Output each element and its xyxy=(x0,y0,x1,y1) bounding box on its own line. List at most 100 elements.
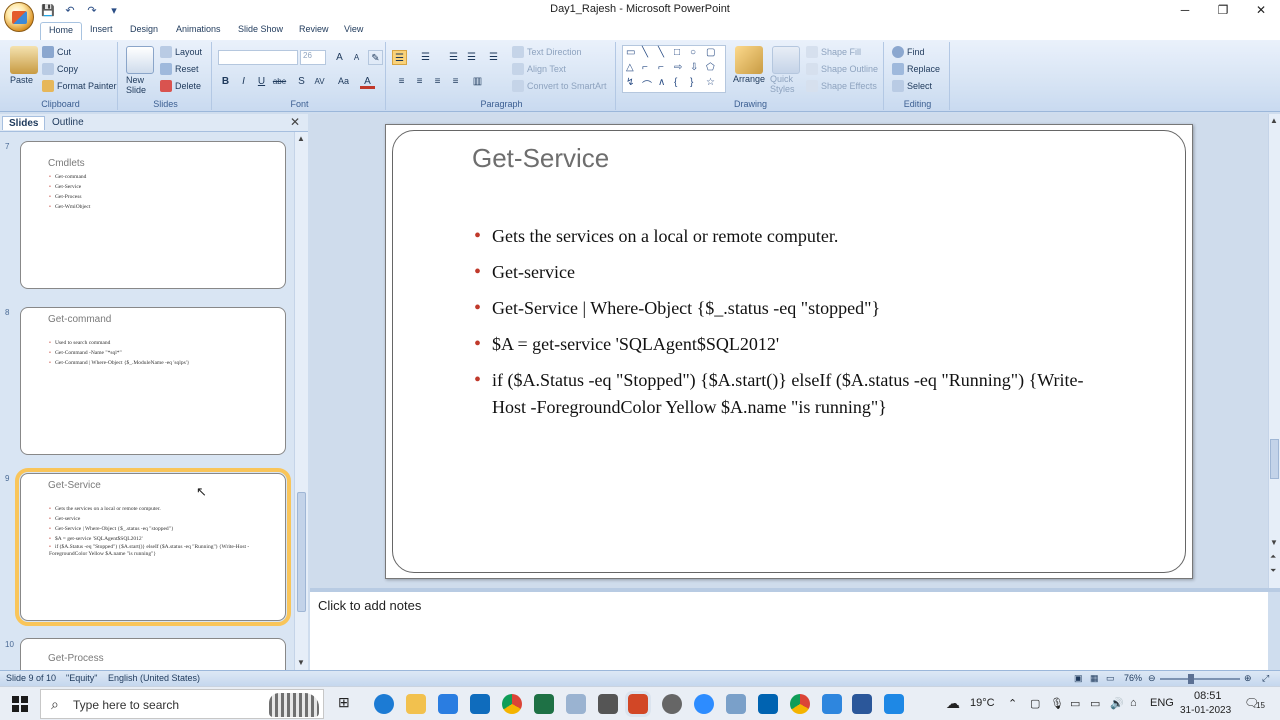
layout-button[interactable]: Layout xyxy=(160,46,202,58)
zoom-level[interactable]: 76% xyxy=(1124,673,1142,683)
font-name-combo[interactable] xyxy=(218,50,298,65)
chrome-icon[interactable] xyxy=(502,694,522,714)
slide-sorter-icon[interactable]: ▦ xyxy=(1090,673,1099,684)
slide-show-icon[interactable]: ▭ xyxy=(1106,673,1115,684)
bullets-icon[interactable]: ☰ xyxy=(392,50,407,65)
rectangle-shape-icon[interactable]: ▭ xyxy=(626,47,635,58)
align-right-icon[interactable]: ≡ xyxy=(430,74,445,89)
shapes-gallery[interactable]: ▭ ╲ ╲ □ ○ ▢ △ ⌐ ⌐ ⇨ ⇩ ⬠ ↯ ⌒ ∧ { } ☆ xyxy=(622,45,726,93)
tab-slide-show[interactable]: Slide Show xyxy=(230,22,291,40)
file-explorer-icon[interactable] xyxy=(406,694,426,714)
tab-outline[interactable]: Outline xyxy=(46,116,90,129)
bold-button[interactable]: B xyxy=(218,74,233,89)
slide-thumbnail-9[interactable]: Get-Service Gets the services on a local… xyxy=(15,468,291,626)
paint-icon[interactable] xyxy=(726,694,746,714)
next-slide-icon[interactable]: ⏷ xyxy=(1270,566,1276,576)
store-icon[interactable] xyxy=(438,694,458,714)
star-shape-icon[interactable]: ☆ xyxy=(706,77,715,88)
arc-shape-icon[interactable]: ⌒ xyxy=(642,77,652,92)
square-shape-icon[interactable]: □ xyxy=(674,47,680,58)
reset-button[interactable]: Reset xyxy=(160,63,199,75)
scrollbar-thumb[interactable] xyxy=(1270,439,1279,479)
clear-format-icon[interactable]: ✎ xyxy=(368,50,383,65)
italic-button[interactable]: I xyxy=(236,74,251,89)
tab-slides[interactable]: Slides xyxy=(2,116,46,130)
scrollbar-thumb[interactable] xyxy=(297,492,306,612)
columns-icon[interactable]: ▥ xyxy=(470,74,485,89)
chrome-profile-icon[interactable] xyxy=(790,694,810,714)
tab-design[interactable]: Design xyxy=(122,22,166,40)
decrease-indent-icon[interactable]: ☰ xyxy=(446,50,461,65)
copy-button[interactable]: Copy xyxy=(42,63,78,75)
scroll-down-icon[interactable]: ▼ xyxy=(297,658,305,667)
tab-review[interactable]: Review xyxy=(291,22,337,40)
undo-icon[interactable]: ↶ xyxy=(62,2,78,18)
save-icon[interactable]: 💾 xyxy=(40,2,56,18)
font-size-combo[interactable]: 26 xyxy=(300,50,326,65)
tools-icon[interactable] xyxy=(598,694,618,714)
arrow-line-shape-icon[interactable]: ╲ xyxy=(658,47,664,58)
convert-smartart-button[interactable]: Convert to SmartArt xyxy=(512,80,607,92)
shape-effects-button[interactable]: Shape Effects xyxy=(806,80,877,92)
maximize-button[interactable]: ❐ xyxy=(1204,0,1242,20)
slide-content[interactable]: Gets the services on a local or remote c… xyxy=(474,223,1114,430)
character-spacing-button[interactable]: AV xyxy=(312,74,327,89)
editor-scrollbar[interactable]: ▲ ▼ ⏶ ⏷ xyxy=(1268,114,1280,588)
slide-thumbnail-10[interactable]: Get-Process xyxy=(20,638,286,670)
zoom-out-icon[interactable]: ⊖ xyxy=(1148,673,1156,684)
shrink-font-icon[interactable]: A xyxy=(349,50,364,65)
slide-canvas[interactable]: Get-Service Gets the services on a local… xyxy=(385,124,1193,579)
language-status[interactable]: English (United States) xyxy=(108,673,200,683)
tray-app-icon[interactable]: ▢ xyxy=(1030,697,1040,710)
increase-indent-icon[interactable]: ☰ xyxy=(464,50,479,65)
settings-icon[interactable] xyxy=(662,694,682,714)
task-view-icon[interactable]: ⊞ xyxy=(338,694,358,714)
microphone-icon[interactable]: 🎙 xyxy=(1050,697,1064,710)
align-center-icon[interactable]: ≡ xyxy=(412,74,427,89)
customize-qat-icon[interactable]: ▾ xyxy=(106,2,122,18)
justify-icon[interactable]: ≡ xyxy=(448,74,463,89)
curve-shape-icon[interactable]: ↯ xyxy=(626,77,634,88)
zoom-app-icon[interactable] xyxy=(694,694,714,714)
line-spacing-icon[interactable]: ☰ xyxy=(486,50,501,65)
word-icon[interactable] xyxy=(852,694,872,714)
replace-button[interactable]: Replace xyxy=(892,63,940,75)
find-button[interactable]: Find xyxy=(892,46,925,58)
tray-icon[interactable]: ▭ xyxy=(1070,697,1080,710)
shape-outline-button[interactable]: Shape Outline xyxy=(806,63,878,75)
new-slide-icon[interactable] xyxy=(126,46,154,74)
taskbar-search[interactable]: ⌕ Type here to search xyxy=(40,689,324,719)
weather-temp[interactable]: 19°C xyxy=(970,697,995,709)
tab-insert[interactable]: Insert xyxy=(82,22,121,40)
weather-icon[interactable]: ☁ xyxy=(946,695,960,712)
tab-home[interactable]: Home xyxy=(40,22,83,40)
cut-button[interactable]: Cut xyxy=(42,46,71,58)
input-language[interactable]: ENG xyxy=(1150,697,1174,709)
office-button[interactable] xyxy=(4,2,34,32)
show-hidden-icons[interactable]: ⌃ xyxy=(1008,697,1017,710)
previous-slide-icon[interactable]: ⏶ xyxy=(1270,552,1276,562)
close-button[interactable]: ✕ xyxy=(1242,0,1280,20)
triangle-shape-icon[interactable]: △ xyxy=(626,62,634,73)
strikethrough-button[interactable]: abe xyxy=(272,74,287,89)
powershell-icon[interactable] xyxy=(758,694,778,714)
align-text-button[interactable]: Align Text xyxy=(512,63,566,75)
volume-icon[interactable]: 🔊 xyxy=(1110,697,1124,710)
shape-fill-button[interactable]: Shape Fill xyxy=(806,46,861,58)
quick-styles-button[interactable]: Quick Styles xyxy=(770,74,795,94)
arrange-button[interactable]: Arrange xyxy=(733,74,765,84)
scroll-down-icon[interactable]: ▼ xyxy=(1270,538,1278,547)
arrange-icon[interactable] xyxy=(735,46,763,74)
excel-icon[interactable] xyxy=(534,694,554,714)
brace-right-icon[interactable]: } xyxy=(690,77,693,88)
elbow-arrow-icon[interactable]: ⌐ xyxy=(658,62,664,73)
redo-icon[interactable]: ↷ xyxy=(84,2,100,18)
scroll-up-icon[interactable]: ▲ xyxy=(297,134,305,143)
down-arrow-shape-icon[interactable]: ⇩ xyxy=(690,62,698,73)
zoom-slider[interactable] xyxy=(1160,678,1240,680)
powerpoint-icon[interactable] xyxy=(625,691,651,717)
slide-title[interactable]: Get-Service xyxy=(472,143,609,174)
fit-slide-icon[interactable]: ⤢ xyxy=(1262,673,1269,684)
snipping-tool-icon[interactable] xyxy=(566,694,586,714)
slide-thumbnail-8[interactable]: Get-command Used to search command Get-C… xyxy=(20,307,286,455)
